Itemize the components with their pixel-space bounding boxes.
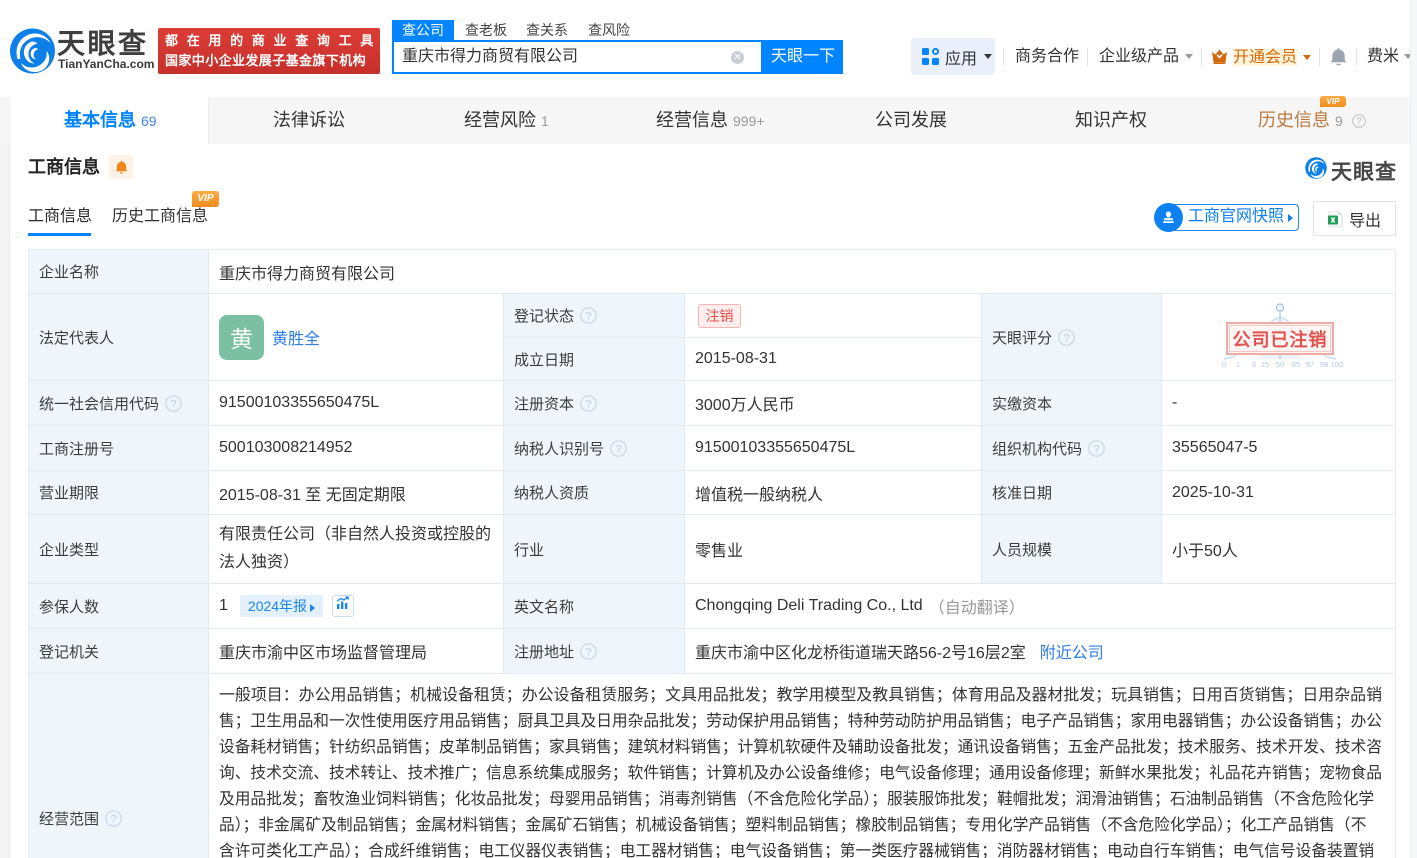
svg-text:97: 97 xyxy=(1306,360,1314,369)
svg-text:3: 3 xyxy=(1252,360,1256,369)
svg-text:?: ? xyxy=(585,646,591,658)
svg-text:?: ? xyxy=(585,310,591,322)
svg-text:?: ? xyxy=(1063,332,1069,344)
svg-text:?: ? xyxy=(110,813,116,825)
svg-text:100: 100 xyxy=(1331,360,1344,369)
svg-text:?: ? xyxy=(1093,443,1099,455)
svg-text:1: 1 xyxy=(1236,360,1240,369)
svg-text:?: ? xyxy=(615,443,621,455)
svg-text:?: ? xyxy=(585,398,591,410)
svg-text:?: ? xyxy=(170,398,176,410)
svg-text:15: 15 xyxy=(1261,360,1269,369)
svg-text:?: ? xyxy=(1356,116,1361,126)
svg-text:85: 85 xyxy=(1292,360,1300,369)
svg-text:0: 0 xyxy=(1222,360,1226,369)
svg-text:99: 99 xyxy=(1320,360,1328,369)
svg-text:50: 50 xyxy=(1276,360,1284,369)
